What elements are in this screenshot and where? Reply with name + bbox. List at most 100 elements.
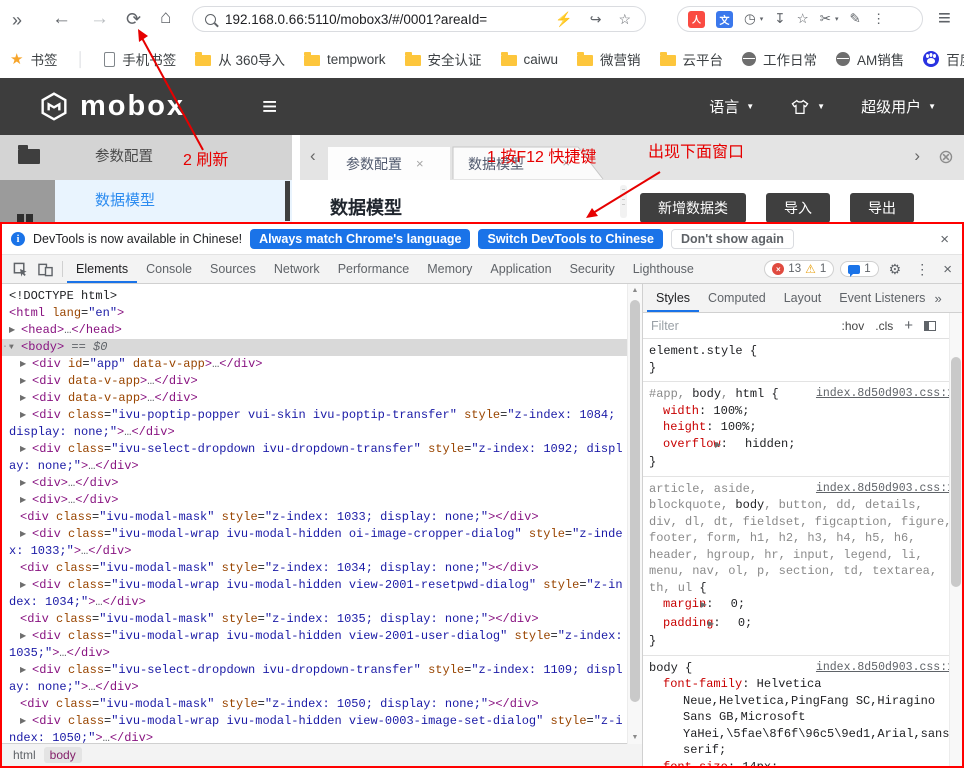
dom-tree-node[interactable]: ▶<div class="ivu-poptip-popper vui-skin …: [2, 407, 642, 441]
dom-tree-node[interactable]: ▶<div data-v-app>…</div>: [2, 390, 642, 407]
dont-show-again-button[interactable]: Don't show again: [671, 229, 794, 249]
pen-extension-icon[interactable]: ✎: [850, 11, 861, 27]
dom-tree-node[interactable]: <div class="ivu-modal-mask" style="z-ind…: [2, 560, 642, 577]
refresh-icon[interactable]: ⟳: [126, 8, 141, 30]
css-declaration[interactable]: font-size: 14px;: [649, 759, 954, 767]
messages-badge[interactable]: 1: [840, 261, 878, 277]
dom-tree-node[interactable]: ▶<div class="ivu-select-dropdown ivu-dro…: [2, 441, 642, 475]
bookmark-item[interactable]: 手机书签: [104, 49, 176, 69]
dom-tree-node[interactable]: ▶<div class="ivu-modal-wrap ivu-modal-hi…: [2, 628, 642, 662]
share-icon[interactable]: ↪: [590, 11, 602, 28]
device-toolbar-icon[interactable]: [38, 262, 53, 277]
bookmark-item[interactable]: 工作日常: [742, 49, 817, 69]
dom-tree-node[interactable]: <div class="ivu-modal-mask" style="z-ind…: [2, 611, 642, 628]
app-menu-icon[interactable]: ≡: [262, 91, 277, 122]
inspect-icon[interactable]: [13, 262, 28, 277]
pdf-extension-icon[interactable]: 人: [688, 11, 705, 28]
expand-icon[interactable]: ▶: [20, 713, 32, 730]
dom-tree-node[interactable]: ▶<div data-v-app>…</div>: [2, 373, 642, 390]
expand-icon[interactable]: ▶: [20, 628, 32, 645]
action-button[interactable]: 新增数据类: [640, 193, 746, 223]
bookmark-star-icon[interactable]: ☆: [618, 11, 631, 28]
expand-icon[interactable]: ▶: [20, 492, 32, 509]
tab-close-icon[interactable]: ×: [416, 156, 424, 171]
breadcrumb-body[interactable]: body: [44, 747, 82, 763]
dom-tree-node[interactable]: ▶<div class="ivu-select-dropdown ivu-dro…: [2, 662, 642, 696]
language-menu[interactable]: 语言▼: [709, 96, 754, 117]
sidebar-pane-icon[interactable]: [924, 321, 936, 331]
style-rule[interactable]: index.8d50d903.css:1article, aside, bloc…: [643, 477, 962, 656]
download-icon[interactable]: ↧: [774, 11, 785, 27]
devtools-tab-application[interactable]: Application: [481, 256, 560, 283]
history-extension-icon[interactable]: ◷: [744, 11, 756, 27]
user-menu[interactable]: 超级用户▼: [861, 96, 936, 117]
class-toggle[interactable]: .cls: [875, 319, 893, 333]
expand-icon[interactable]: ▶: [20, 577, 32, 594]
expand-icon[interactable]: ▶: [9, 322, 21, 339]
styles-tabs-overflow-icon[interactable]: »: [934, 291, 941, 306]
devtools-tab-lighthouse[interactable]: Lighthouse: [624, 256, 703, 283]
infobar-close-icon[interactable]: ×: [940, 231, 949, 248]
sidebar-item-data-model[interactable]: 数据模型: [55, 180, 292, 222]
dom-tree-node[interactable]: <div class="ivu-modal-mask" style="z-ind…: [2, 696, 642, 713]
hover-state-toggle[interactable]: :hov: [842, 319, 865, 333]
devtools-tab-security[interactable]: Security: [561, 256, 624, 283]
back-icon[interactable]: ←: [52, 8, 71, 30]
splitter-handle[interactable]: [620, 185, 627, 218]
close-all-tabs-icon[interactable]: ⊗: [938, 146, 954, 169]
extensions-kebab-icon[interactable]: ⋮: [872, 11, 886, 27]
issues-badge[interactable]: × 13 ⚠ 1: [764, 260, 834, 278]
expand-icon[interactable]: ▶: [20, 441, 32, 458]
action-button[interactable]: 导出: [850, 193, 914, 223]
dom-tree-node[interactable]: <html lang="en">: [2, 305, 642, 322]
expand-icon[interactable]: ▶: [20, 526, 32, 543]
scroll-up-icon[interactable]: ▲: [632, 287, 639, 294]
devtools-tab-network[interactable]: Network: [265, 256, 329, 283]
url-text[interactable]: 192.168.0.66:5110/mobox3/#/0001?areaId=: [225, 12, 555, 27]
dom-tree-node[interactable]: <!DOCTYPE html>: [2, 288, 642, 305]
bookmark-item[interactable]: ★书签: [10, 49, 57, 69]
bookmark-item[interactable]: 百度: [923, 49, 964, 69]
devtools-tab-sources[interactable]: Sources: [201, 256, 265, 283]
dom-tree-node[interactable]: ▶<div id="app" data-v-app>…</div>: [2, 356, 642, 373]
home-icon[interactable]: ⌂: [160, 7, 171, 29]
expand-icon[interactable]: ▶: [20, 407, 32, 424]
sidebar-scrollbar[interactable]: [285, 181, 290, 221]
expand-icon[interactable]: ▶: [20, 356, 32, 373]
devtools-tab-console[interactable]: Console: [137, 256, 201, 283]
bookmark-item[interactable]: 从 360导入: [195, 49, 285, 69]
devtools-settings-icon[interactable]: ⚙: [889, 261, 902, 278]
overflow-chevron-icon[interactable]: »: [12, 9, 22, 31]
dom-tree-node[interactable]: ▶<div class="ivu-modal-wrap ivu-modal-hi…: [2, 577, 642, 611]
expand-icon[interactable]: ▶: [20, 390, 32, 407]
bolt-icon[interactable]: ⚡: [555, 11, 572, 28]
screenshot-extension-icon[interactable]: ✂: [820, 11, 831, 27]
bookmark-item[interactable]: caiwu: [501, 52, 559, 67]
css-declaration[interactable]: overflow: ▶hidden;: [649, 436, 954, 455]
styles-tab-layout[interactable]: Layout: [775, 285, 831, 312]
bookmark-item[interactable]: 云平台: [660, 49, 724, 69]
styles-tab-event-listeners[interactable]: Event Listeners: [830, 285, 934, 312]
filter-input[interactable]: Filter: [651, 319, 679, 333]
css-declaration[interactable]: font-family: Helvetica Neue,Helvetica,Pi…: [649, 676, 954, 759]
dom-tree-node[interactable]: ▶<div class="ivu-modal-wrap ivu-modal-hi…: [2, 526, 642, 560]
address-bar[interactable]: 192.168.0.66:5110/mobox3/#/0001?areaId= …: [192, 6, 646, 32]
styles-tab-styles[interactable]: Styles: [647, 285, 699, 312]
style-rule[interactable]: index.8d50d903.css:1body {font-family: H…: [643, 656, 962, 767]
style-rule[interactable]: index.8d50d903.css:1#app, body, html {wi…: [643, 382, 962, 477]
scrollbar-thumb[interactable]: [951, 357, 961, 587]
styles-tab-computed[interactable]: Computed: [699, 285, 775, 312]
match-language-button[interactable]: Always match Chrome's language: [250, 229, 470, 249]
action-button[interactable]: 导入: [766, 193, 830, 223]
css-declaration[interactable]: margin: ▶0;: [649, 596, 954, 615]
theme-menu[interactable]: ▼: [790, 99, 825, 115]
browser-menu-icon[interactable]: ≡: [938, 7, 951, 29]
tabs-scroll-right-icon[interactable]: ›: [914, 146, 920, 166]
css-declaration[interactable]: height: 100%;: [649, 419, 954, 436]
dom-tree-node[interactable]: <div class="ivu-modal-mask" style="z-ind…: [2, 509, 642, 526]
expand-icon[interactable]: ▶: [20, 373, 32, 390]
breadcrumb-html[interactable]: html: [7, 747, 42, 763]
switch-chinese-button[interactable]: Switch DevTools to Chinese: [478, 229, 662, 249]
devtools-close-icon[interactable]: ×: [943, 261, 952, 278]
dom-tree-node[interactable]: ▶<div>…</div>: [2, 475, 642, 492]
